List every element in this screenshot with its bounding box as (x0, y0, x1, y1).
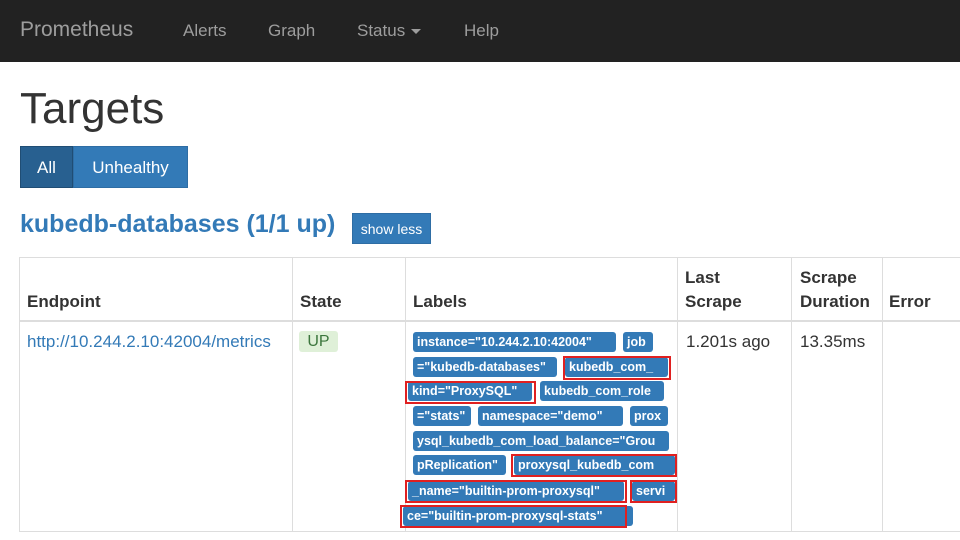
label-badge: instance="10.244.2.10:42004" (413, 332, 616, 352)
brand-link[interactable]: Prometheus (20, 18, 133, 42)
nav-alerts[interactable]: Alerts (183, 21, 226, 41)
header-endpoint: Endpoint (27, 292, 101, 311)
show-less-button[interactable]: show less (352, 213, 431, 244)
filter-all-button[interactable]: All (20, 146, 73, 188)
label-badge: _name="builtin-prom-proxysql" (408, 481, 624, 501)
label-badge: servi (632, 481, 675, 501)
table-header-divider (19, 320, 960, 322)
col-divider-1 (292, 257, 293, 532)
header-labels: Labels (413, 292, 467, 311)
page-title: Targets (20, 84, 165, 133)
header-scrape-duration-line2: Duration (800, 292, 870, 311)
col-divider-3 (677, 257, 678, 532)
nav-status-dropdown[interactable]: Status (357, 21, 422, 41)
label-badge: ="stats" (413, 406, 471, 426)
endpoint-link[interactable]: http://10.244.2.10:42004/metrics (27, 332, 271, 352)
label-badge: ysql_kubedb_com_load_balance="Grou (413, 431, 669, 451)
label-badge: kubedb_com_ (565, 357, 668, 377)
caret-down-icon (411, 29, 422, 35)
label-badge: namespace="demo" (478, 406, 623, 426)
label-badge: kind="ProxySQL" (408, 381, 532, 401)
last-scrape-value: 1.201s ago (686, 332, 771, 351)
nav-help[interactable]: Help (464, 21, 499, 41)
header-state: State (300, 292, 342, 311)
header-last-scrape-line1: Last (685, 268, 720, 287)
header-last-scrape-line2: Scrape (685, 292, 742, 311)
label-badge: ="kubedb-databases" (413, 357, 557, 377)
status-badge: UP (299, 331, 338, 352)
filter-button-group: All Unhealthy (20, 146, 188, 188)
col-divider-2 (405, 257, 406, 532)
table-border-top (19, 257, 960, 258)
table-border-left (19, 257, 20, 532)
label-badge: job (623, 332, 653, 352)
label-badge: pReplication" (413, 455, 506, 475)
navbar: Prometheus Alerts Graph Status Help (0, 0, 960, 62)
col-divider-4 (791, 257, 792, 532)
nav-graph[interactable]: Graph (268, 21, 315, 41)
table-border-bottom (19, 531, 960, 532)
nav-status-label: Status (357, 21, 406, 40)
label-badge: ce="builtin-prom-proxysql-stats" (403, 506, 633, 526)
scrape-duration-value: 13.35ms (800, 332, 866, 351)
header-scrape-duration-line1: Scrape (800, 268, 857, 287)
label-badge: kubedb_com_role (540, 381, 664, 401)
job-title-link[interactable]: kubedb-databases (1/1 up) (20, 210, 335, 239)
header-error: Error (889, 292, 931, 311)
label-badge: prox (630, 406, 668, 426)
label-badge: proxysql_kubedb_com (514, 455, 675, 475)
col-divider-5 (882, 257, 883, 532)
filter-unhealthy-button[interactable]: Unhealthy (73, 146, 188, 188)
